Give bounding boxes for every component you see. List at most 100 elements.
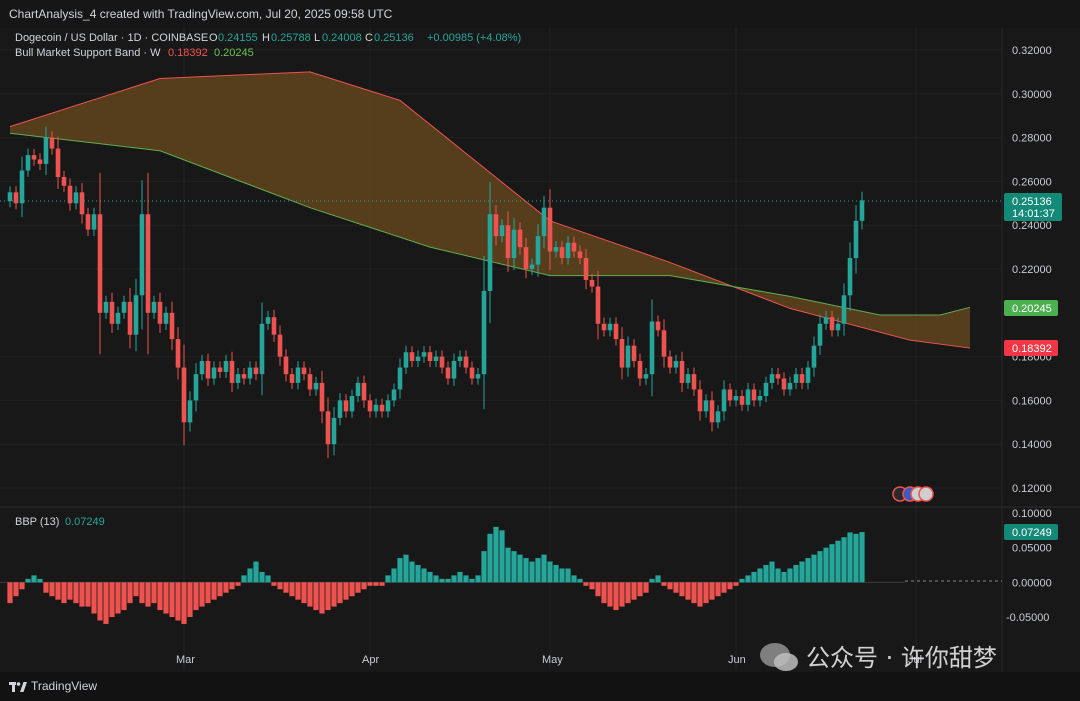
bbp-bar [253,561,259,583]
candle-body [769,374,775,383]
candle-body [805,367,811,383]
bbp-bar [181,582,187,624]
ohlc-h-value: 0.25788 [271,32,311,44]
candle-body [355,382,361,397]
bbp-bar [523,558,529,583]
candle-body [181,367,187,423]
candle-body [859,200,865,221]
chart-canvas[interactable]: 0.32000 0.30000 0.28000 0.26000 0.24000 0.220… [0,0,1080,672]
candle-body [439,356,445,368]
countdown: 14:01:37 [1012,208,1055,220]
candle-body [343,400,349,412]
candle-body [325,411,331,445]
candle-body [661,330,667,357]
bbp-bar [223,582,229,593]
bbp-bar [535,558,541,583]
candle-body [265,317,271,324]
bbp-bar [553,565,559,583]
candle-body [259,323,265,375]
price-axis-label: 0.32000 [1012,45,1052,57]
candle-body [595,286,601,324]
bbp-bar [775,568,781,583]
bbp-bar [241,575,247,583]
candle-body [523,247,529,269]
candle-body [211,367,217,379]
bbp-bar [685,582,691,600]
candle-body [823,317,829,324]
candle-body [277,334,283,357]
tradingview-brand: TradingView [31,679,98,693]
candle-body [109,301,115,324]
candle-body [415,356,421,361]
bbp-bar [715,582,721,597]
bbp-bar [109,582,115,617]
candle-body [775,374,781,379]
bbp-bar [265,575,271,583]
candle-body [271,317,277,335]
candle-body [841,295,847,324]
candle-body [79,192,85,215]
bbp-bar [259,571,265,583]
bbp-bar [541,554,547,583]
bbp-bar [313,582,319,611]
bbp-bar [271,582,277,586]
ohlc-o-value: 0.24155 [218,32,258,44]
bbp-bar [439,578,445,583]
bbp-bar [709,582,715,600]
candle-body [409,352,415,361]
bbp-bar [739,578,745,583]
bbp-bar [475,575,481,583]
candle-body [553,247,559,252]
bbp-bar [145,582,151,607]
bbp-bar [673,582,679,593]
bbp-bar [49,582,55,597]
candle-body [571,242,577,252]
candle-body [727,389,733,401]
candle-body [451,360,457,379]
bbp-bar [445,578,451,583]
candle-body [673,360,679,368]
candle-body [793,374,799,383]
candle-body [697,389,703,412]
footer-bar: TradingView [0,672,1080,701]
ohlc-l-label: L [314,32,320,44]
candle-body [829,317,835,331]
bbp-bar [595,582,601,597]
candle-body [229,360,235,383]
bbp-bar [91,582,97,614]
bbp-bar [661,582,667,586]
bbp-bar [301,582,307,604]
candle-body [583,258,589,280]
us-flag-event-icons[interactable] [892,486,934,502]
bbp-bar [787,568,793,583]
bbp-bar [823,547,829,583]
bbp-bar [133,582,139,597]
candle-body [43,137,49,164]
candle-body [637,360,643,379]
candle-body [223,360,229,372]
candle-body [373,404,379,412]
candle-body [847,258,853,296]
bbp-bar [205,582,211,604]
band-lower-tag: 0.18392 [1004,340,1058,356]
candle-body [493,214,499,237]
candle-body [133,295,139,335]
candle-body [403,352,409,368]
candle-body [283,356,289,375]
bbp-bar [679,582,685,597]
price-axis-label: 0.30000 [1012,89,1052,101]
candle-body [331,417,337,445]
bbp-bar [547,561,553,583]
candle-body [361,382,367,401]
bbp-bar [283,582,289,593]
bbp-bar [565,568,571,583]
candle-body [457,356,463,361]
candle-body [763,382,769,397]
candle-body [739,396,745,405]
bbp-bar [211,582,217,600]
bbp-bar [853,533,859,583]
bbp-bar [571,575,577,583]
tradingview-logo-icon [9,681,27,692]
bbp-bar [799,561,805,583]
last-price-tag: 0.25136 14:01:37 [1004,193,1062,221]
